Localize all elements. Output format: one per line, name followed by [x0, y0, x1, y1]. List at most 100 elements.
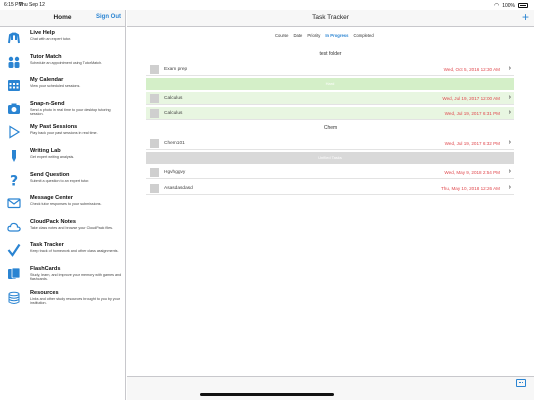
add-task-button[interactable]: + — [522, 11, 529, 23]
task-checkbox[interactable] — [150, 184, 159, 193]
tab-course[interactable]: Course — [275, 33, 289, 38]
sidebar: Home Sign Out Live Help Chat with an exp… — [0, 10, 126, 400]
sidebar-item-label: Send Question — [30, 171, 70, 178]
sidebar-item-message-center[interactable]: Message Center Check tutor responses to … — [0, 192, 125, 216]
sidebar-item-desc: Take class notes and browse your CloudPa… — [30, 225, 114, 230]
task-checkbox[interactable] — [150, 168, 159, 177]
chevron-right-icon: › — [508, 93, 511, 101]
database-icon — [6, 290, 22, 306]
sidebar-item-snap-n-send[interactable]: Snap-n-Send Send a photo in real time to… — [0, 98, 125, 122]
sidebar-item-flashcards[interactable]: FlashCards Study, learn, and improve you… — [0, 263, 125, 287]
task-checkbox[interactable] — [150, 65, 159, 74]
page-title: Task Tracker — [312, 14, 349, 21]
chevron-right-icon: › — [508, 138, 511, 146]
sidebar-item-label: Message Center — [30, 195, 73, 202]
sidebar-item-desc: Get expert writing analysis. — [30, 154, 75, 159]
sort-tabs: Course Date Priority In Progress Complet… — [275, 33, 374, 38]
table-row[interactable]: Hgvhggvy Wed, May 9, 2018 2:54 PM › — [146, 166, 514, 179]
sidebar-item-desc: View your scheduled sessions. — [30, 84, 81, 89]
sidebar-item-task-tracker[interactable]: Task Tracker Keep track of homework and … — [0, 239, 125, 263]
status-right: ◠ 100% — [494, 2, 528, 9]
sidebar-item-desc: Send a photo in real time to your deskto… — [30, 107, 111, 117]
sidebar-item-desc: Check tutor responses to your submission… — [30, 202, 102, 207]
task-name: Chem101 — [164, 140, 185, 146]
wifi-icon: ◠ — [493, 3, 500, 9]
sidebar-item-desc: Chat with an expert tutor. — [30, 37, 71, 41]
sidebar-item-label: CloudPack Notes — [30, 218, 77, 225]
table-row[interactable]: Calculus Wed, Jul 19, 2017 6:31 PM › — [146, 107, 514, 120]
task-tracker-panel: Task Tracker + Course Date Priority In P… — [127, 10, 534, 400]
chevron-right-icon: › — [508, 183, 511, 191]
play-icon — [6, 124, 22, 140]
task-name: Calculus — [164, 95, 183, 101]
task-name: Hgvhggvy — [164, 169, 186, 175]
sidebar-item-desc: Study, learn, and improve your memory wi… — [30, 272, 122, 282]
sidebar-item-tutor-match[interactable]: Tutor Match Schedule an appointment usin… — [0, 51, 125, 75]
task-due-date: Wed, Oct 5, 2016 12:30 AM — [443, 66, 500, 72]
sidebar-item-label: Tutor Match — [30, 53, 62, 60]
pen-icon — [6, 148, 22, 164]
sidebar-item-label: My Past Sessions — [30, 124, 78, 131]
sign-out-button[interactable]: Sign Out — [96, 14, 121, 20]
chevron-right-icon: › — [508, 64, 511, 72]
task-checkbox[interactable] — [150, 109, 159, 118]
sidebar-item-desc: Links and other study resources brought … — [30, 296, 120, 305]
sidebar-item-desc: Keep track of homework and other class a… — [30, 249, 119, 254]
task-checkbox[interactable] — [150, 94, 159, 103]
sidebar-header: Home Sign Out — [0, 10, 125, 27]
camera-icon — [6, 101, 22, 117]
task-name: Asasdasdasd — [164, 185, 193, 191]
tab-priority[interactable]: Priority — [307, 33, 320, 38]
svg-text:?: ? — [10, 173, 18, 187]
sidebar-item-label: Task Tracker — [30, 242, 64, 249]
sidebar-item-writing-lab[interactable]: Writing Lab Get expert writing analysis. — [0, 145, 125, 169]
sidebar-item-my-past-sessions[interactable]: My Past Sessions Play back your past ses… — [0, 121, 125, 145]
chevron-right-icon: › — [508, 167, 511, 175]
sidebar-item-label: Writing Lab — [30, 147, 61, 154]
priority-band-hard: Hard — [146, 78, 514, 90]
flashcards-icon — [6, 266, 22, 282]
tab-completed[interactable]: Completed — [353, 33, 373, 38]
task-due-date: Wed, Jul 19, 2017 12:00 AM — [442, 95, 500, 101]
main-header: Task Tracker + — [127, 10, 534, 27]
sidebar-item-label: My Calendar — [30, 77, 64, 84]
sidebar-item-desc: Play back your past sessions in real tim… — [30, 131, 98, 136]
task-due-date: Thu, May 10, 2018 12:26 AM — [441, 185, 500, 191]
sidebar-item-label: Snap-n-Send — [30, 100, 65, 107]
keyboard-icon[interactable] — [516, 379, 526, 387]
unfiled-tasks-band: Unfiled Tasks — [146, 152, 514, 164]
sidebar-item-label: Resources — [30, 289, 59, 296]
sidebar-item-resources[interactable]: Resources Links and other study resource… — [0, 287, 125, 311]
table-row[interactable]: Exam prep Wed, Oct 5, 2016 12:30 AM › — [146, 63, 514, 76]
sidebar-item-live-help[interactable]: Live Help Chat with an expert tutor. — [0, 27, 125, 51]
checkmark-icon — [6, 242, 22, 258]
table-row[interactable]: Chem101 Wed, Jul 19, 2017 6:32 PM › — [146, 137, 514, 150]
section-title: test folder — [319, 51, 342, 57]
sidebar-item-send-question[interactable]: ? Send Question Submit a question to an … — [0, 169, 125, 193]
sidebar-item-label: Live Help — [30, 30, 55, 36]
sidebar-item-desc: Schedule an appointment using TutorMatch… — [30, 60, 103, 65]
status-date: Thu Sep 12 — [19, 2, 45, 8]
tab-in-progress[interactable]: In Progress — [325, 33, 348, 38]
section-title: Chem — [323, 125, 338, 131]
calendar-icon — [6, 77, 22, 93]
tab-date[interactable]: Date — [294, 33, 303, 38]
table-row[interactable]: Calculus Wed, Jul 19, 2017 12:00 AM › — [146, 92, 514, 105]
task-name: Calculus — [164, 110, 183, 116]
sidebar-menu: Live Help Chat with an expert tutor. Tut… — [0, 27, 125, 310]
table-row[interactable]: Asasdasdasd Thu, May 10, 2018 12:26 AM › — [146, 182, 514, 195]
task-due-date: Wed, Jul 19, 2017 6:32 PM — [444, 140, 500, 146]
chevron-right-icon: › — [508, 108, 511, 116]
battery-icon — [518, 3, 528, 8]
battery-percent: 100% — [502, 2, 515, 9]
sidebar-item-label: FlashCards — [30, 265, 61, 272]
sidebar-item-cloudpack-notes[interactable]: CloudPack Notes Take class notes and bro… — [0, 216, 125, 240]
home-indicator[interactable] — [200, 393, 334, 396]
people-icon — [6, 54, 22, 70]
question-icon: ? — [6, 172, 22, 188]
task-due-date: Wed, May 9, 2018 2:54 PM — [444, 169, 500, 175]
sidebar-item-my-calendar[interactable]: My Calendar View your scheduled sessions… — [0, 74, 125, 98]
status-bar: 6:15 PM Thu Sep 12 ◠ 100% — [0, 0, 534, 10]
task-checkbox[interactable] — [150, 139, 159, 148]
envelope-icon — [6, 195, 22, 211]
